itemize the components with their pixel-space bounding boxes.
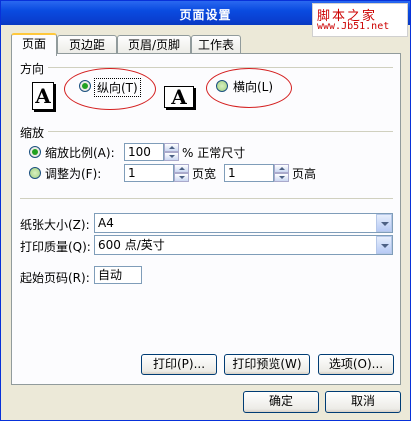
tab-page[interactable]: 页面 <box>11 33 57 56</box>
adjust-to-label[interactable]: 缩放比例(A): <box>45 144 115 161</box>
first-page-input[interactable]: 自动 <box>94 266 142 284</box>
scale-percent-input[interactable]: 100 <box>124 143 164 161</box>
print-button[interactable]: 打印(P)... <box>141 354 217 375</box>
options-button[interactable]: 选项(O)... <box>318 354 394 375</box>
landscape-page-icon: A <box>164 86 194 108</box>
spin-down-icon[interactable] <box>174 173 189 182</box>
spin-up-icon[interactable] <box>164 143 179 152</box>
ok-button[interactable]: 确定 <box>243 391 319 413</box>
portrait-label[interactable]: 纵向(T) <box>94 78 141 97</box>
scale-percent-spinner[interactable] <box>164 143 179 161</box>
tab-sheet[interactable]: 工作表 <box>191 35 241 54</box>
spin-up-icon[interactable] <box>174 164 189 173</box>
watermark-url: www.Jb51.net <box>317 21 390 32</box>
tab-panel: 方向 A 纵向(T) A 横向(L) 缩放 缩放比例(A): 100 % 正常尺… <box>11 53 401 385</box>
print-quality-select[interactable]: 600 点/英寸 <box>94 235 393 255</box>
scaling-heading: 缩放 <box>20 126 45 140</box>
cancel-button[interactable]: 取消 <box>325 391 401 413</box>
adjust-to-radio[interactable] <box>29 146 41 158</box>
divider <box>48 131 393 132</box>
print-preview-button[interactable]: 打印预览(W) <box>224 354 310 375</box>
print-quality-label: 打印质量(Q): <box>20 240 91 254</box>
scale-percent-suffix: % 正常尺寸 <box>182 146 246 160</box>
fit-tall-input[interactable]: 1 <box>224 164 274 182</box>
tab-header-footer[interactable]: 页眉/页脚 <box>117 35 191 54</box>
paper-size-label: 纸张大小(Z): <box>20 218 90 232</box>
paper-size-select[interactable]: A4 <box>94 213 393 233</box>
landscape-radio[interactable] <box>216 80 228 92</box>
fit-tall-suffix: 页高 <box>292 167 317 181</box>
print-quality-value: 600 点/英寸 <box>98 238 165 252</box>
fit-wide-suffix: 页宽 <box>192 167 217 181</box>
fit-tall-spinner[interactable] <box>274 164 289 182</box>
landscape-label[interactable]: 横向(L) <box>233 78 273 95</box>
spin-up-icon[interactable] <box>274 164 289 173</box>
page-setup-dialog: 页面设置 脚本之家 www.Jb51.net 页面 页边距 页眉/页脚 工作表 … <box>0 0 411 421</box>
fit-wide-input[interactable]: 1 <box>124 164 174 182</box>
portrait-radio[interactable] <box>79 80 91 92</box>
paper-size-value: A4 <box>98 216 114 230</box>
chevron-down-icon[interactable] <box>376 236 392 254</box>
spin-down-icon[interactable] <box>164 152 179 161</box>
chevron-down-icon[interactable] <box>376 214 392 232</box>
fit-wide-spinner[interactable] <box>174 164 189 182</box>
fit-to-label[interactable]: 调整为(F): <box>45 165 101 182</box>
orientation-heading: 方向 <box>20 62 45 76</box>
spin-down-icon[interactable] <box>274 173 289 182</box>
fit-to-radio[interactable] <box>29 167 41 179</box>
tab-margins[interactable]: 页边距 <box>57 35 117 54</box>
divider <box>20 198 393 199</box>
portrait-page-icon: A <box>32 82 54 110</box>
first-page-label: 起始页码(R): <box>20 271 90 285</box>
watermark: 脚本之家 www.Jb51.net <box>312 3 408 37</box>
